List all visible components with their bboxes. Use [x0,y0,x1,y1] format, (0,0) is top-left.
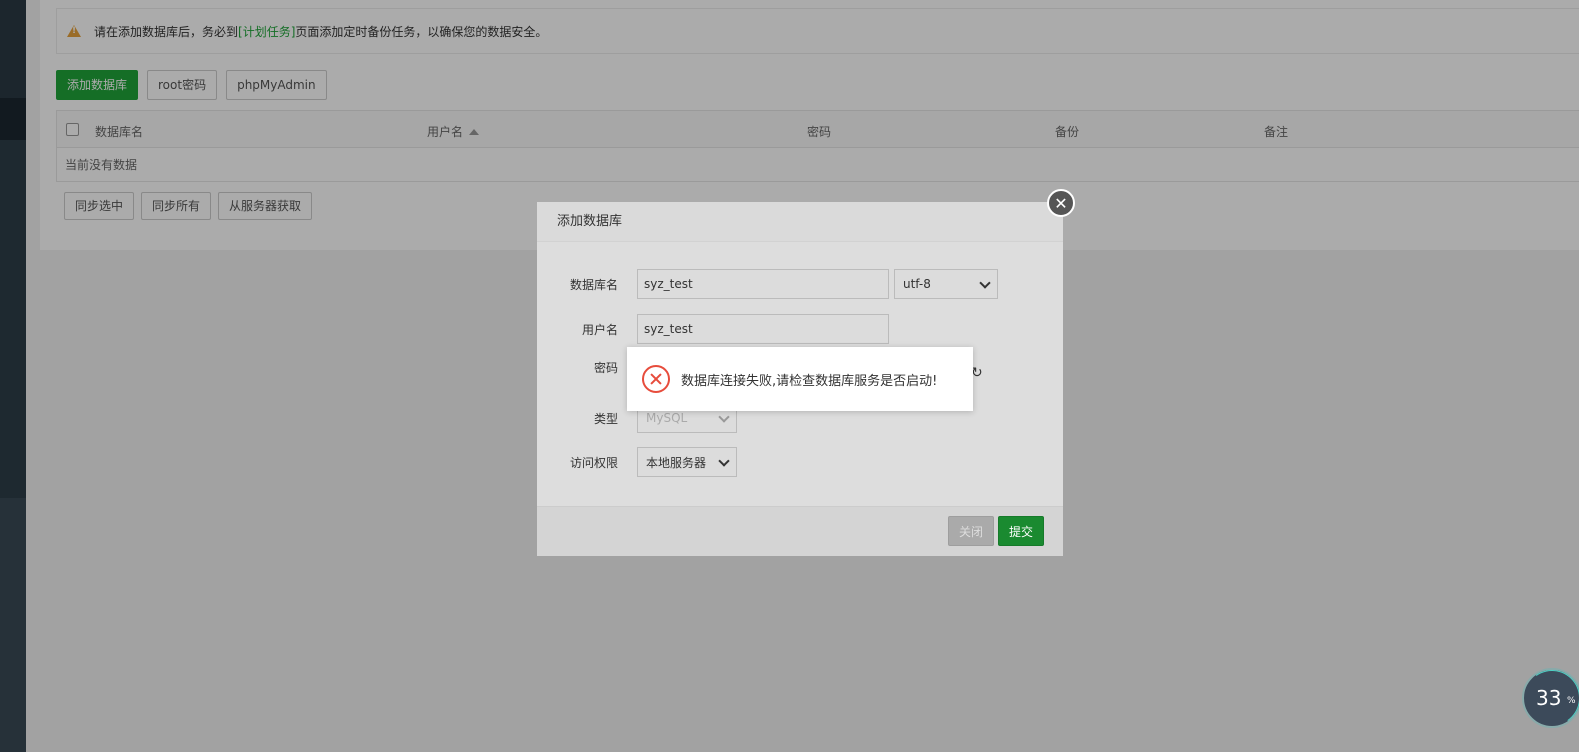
row-password: 密码 [537,359,637,376]
dialog-title: 添加数据库 [537,202,1063,242]
row-username: 用户名 syz_test [537,314,889,344]
progress-widget[interactable]: 33 % [1522,668,1579,728]
chevron-down-icon [979,276,991,289]
submit-button[interactable]: 提交 [998,516,1045,546]
type-label: 类型 [593,411,618,426]
access-select[interactable]: 本地服务器 [637,447,737,477]
error-toast: 数据库连接失败,请检查数据库服务是否启动! [627,347,973,411]
row-db-name: 数据库名 syz_test utf-8 [537,269,998,299]
db-name-input[interactable]: syz_test [637,269,889,299]
error-icon [642,365,670,393]
access-value: 本地服务器 [646,455,707,470]
progress-value: 33 [1536,686,1562,710]
charset-select[interactable]: utf-8 [894,269,998,299]
username-input[interactable]: syz_test [637,314,889,344]
db-name-label: 数据库名 [569,277,618,292]
username-label: 用户名 [581,322,618,337]
type-value: MySQL [646,411,688,425]
row-access: 访问权限 本地服务器 [537,447,737,477]
access-label: 访问权限 [569,455,618,470]
password-label: 密码 [593,361,618,375]
error-message: 数据库连接失败,请检查数据库服务是否启动! [681,373,938,389]
chevron-down-icon [718,410,730,423]
chevron-down-icon [718,454,730,467]
progress-unit: % [1567,696,1576,706]
dialog-close-icon[interactable]: ✕ [1047,189,1075,217]
close-button[interactable]: 关闭 [948,516,995,546]
charset-value: utf-8 [903,277,931,291]
